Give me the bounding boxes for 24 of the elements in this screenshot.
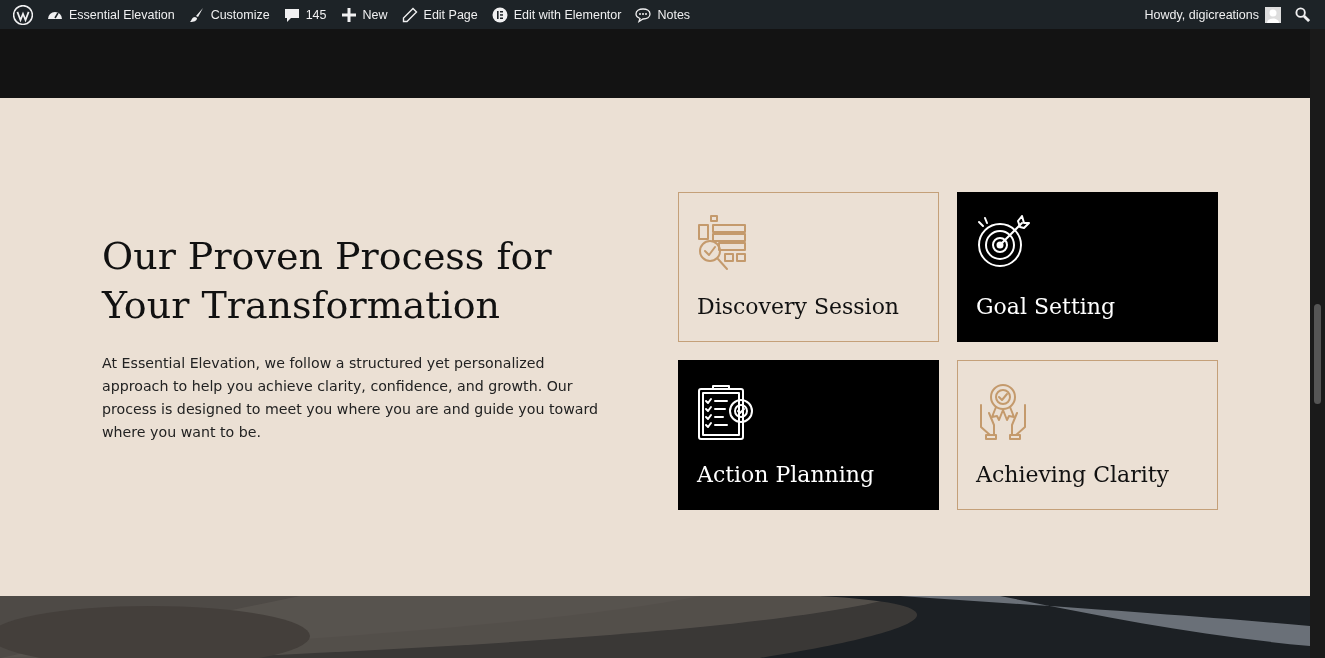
admin-bar-link[interactable]: 145 [276, 0, 334, 29]
user-greeting-link[interactable]: Howdy, digicreations [1137, 0, 1288, 29]
admin-bar-link[interactable]: Edit with Elementor [484, 0, 629, 29]
admin-bar-link[interactable]: Edit Page [394, 0, 485, 29]
elementor-icon [491, 6, 508, 23]
scrollbar[interactable] [1310, 29, 1325, 658]
section-description: At Essential Elevation, we follow a structured yet personalized approach to help you achieve clarity, confidence, and growth. Our process is designed to meet you where you are and guide you toward where you want to be. [102, 354, 600, 442]
plus-icon [340, 6, 357, 23]
target-arrow-icon [976, 215, 1030, 269]
search-icon [1295, 7, 1310, 22]
admin-bar-link[interactable]: New [333, 0, 395, 29]
section-heading: Our Proven Process for Your Transformation [102, 233, 553, 329]
card-title: Action Planning [697, 462, 876, 487]
wordpress-logo-icon [13, 4, 33, 25]
admin-bar-link[interactable]: Customize [181, 0, 277, 29]
card-title: Achieving Clarity [976, 462, 1170, 487]
avatar-icon [1265, 6, 1281, 23]
card-title: Discovery Session [697, 294, 901, 319]
admin-bar-link[interactable]: Essential Elevation [40, 0, 182, 29]
speech-bubble-icon [635, 6, 652, 23]
pencil-icon [401, 6, 418, 23]
comment-icon [283, 6, 300, 23]
admin-bar-link[interactable]: Notes [628, 0, 698, 29]
card-title: Goal Setting [976, 294, 1117, 319]
